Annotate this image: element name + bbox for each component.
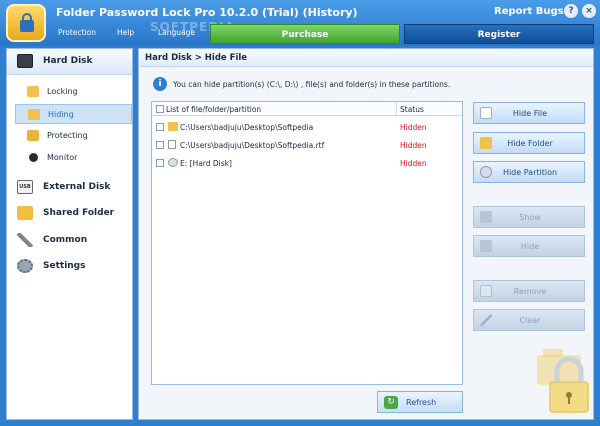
app-logo-icon [6,4,46,42]
hide-button[interactable]: Hide [473,235,585,257]
hidden-items-list[interactable]: List of file/folder/partition Status C:\… [151,101,463,385]
title-bar: Folder Password Lock Pro 10.2.0 (Trial) … [0,0,600,46]
show-button[interactable]: Show [473,206,585,228]
row-status: Hidden [400,123,427,132]
sidebar-category-label: Common [43,235,88,245]
disk-icon [168,158,178,167]
report-bugs-link[interactable]: Report Bugs [494,6,564,17]
show-label: Show [519,213,541,222]
sidebar-category-hard-disk[interactable]: Hard Disk [7,49,132,75]
sidebar-category-label: Hard Disk [43,56,93,66]
shield-folder-icon [27,130,39,141]
column-header-file[interactable]: List of file/folder/partition [166,105,261,114]
hide-partition-label: Hide Partition [502,168,558,177]
clear-label: Clear [519,316,541,325]
sidebar-category-external-disk[interactable]: USB External Disk [7,175,132,201]
usb-drive-icon: USB [17,180,33,194]
padlock-decoration-icon [537,349,589,413]
info-icon: i [153,77,167,91]
hide-folder-button[interactable]: Hide Folder [473,132,585,154]
menu-language[interactable]: Language [158,28,195,37]
sidebar-category-label: Settings [43,261,86,271]
row-status: Hidden [400,159,427,168]
purchase-button[interactable]: Purchase [210,24,400,44]
lock-folder-icon [27,86,39,97]
main-panel: Hard Disk > Hide File i You can hide par… [138,48,594,420]
sidebar-item-monitor[interactable]: Monitor [15,148,132,168]
table-row[interactable]: E: [Hard Disk] Hidden [152,154,462,172]
sidebar-item-protecting[interactable]: Protecting [15,126,132,146]
file-icon [168,140,176,149]
close-icon[interactable]: × [582,4,596,18]
sidebar-item-label: Monitor [47,153,78,162]
remove-button[interactable]: Remove [473,280,585,302]
sidebar-item-label: Protecting [47,131,88,140]
sidebar-item-label: Locking [47,87,78,96]
clear-button[interactable]: Clear [473,309,585,331]
row-checkbox[interactable] [156,159,164,167]
row-status: Hidden [400,141,427,150]
hide-file-button[interactable]: Hide File [473,102,585,124]
sidebar: Hard Disk Locking Hiding Protecting Moni… [6,48,133,420]
column-header-status[interactable]: Status [400,105,424,114]
register-button[interactable]: Register [404,24,594,44]
menu-help[interactable]: Help [117,28,134,37]
hard-disk-icon [17,54,33,68]
sidebar-item-hiding[interactable]: Hiding [15,104,132,124]
refresh-button[interactable]: ↻ Refresh [377,391,463,413]
gear-icon [17,259,33,273]
refresh-icon: ↻ [384,396,398,409]
row-path: E: [Hard Disk] [180,159,232,168]
menu-protection[interactable]: Protection [58,28,96,37]
shared-folder-icon [17,206,33,220]
hide-folder-icon [28,109,40,120]
window-title: Folder Password Lock Pro 10.2.0 (Trial) … [56,6,358,19]
tools-icon [17,233,33,247]
sidebar-category-shared-folder[interactable]: Shared Folder [7,201,132,227]
row-path: C:\Users\badjuju\Desktop\Softpedia [180,123,314,132]
row-checkbox[interactable] [156,123,164,131]
sidebar-category-label: Shared Folder [43,208,115,218]
sidebar-category-common[interactable]: Common [7,228,132,254]
remove-label: Remove [513,287,547,296]
info-text: You can hide partition(s) (C:\, D:\) , f… [173,80,451,89]
monitor-icon [29,153,38,162]
folder-icon [168,122,178,131]
hide-folder-label: Hide Folder [507,139,553,148]
row-path: C:\Users\badjuju\Desktop\Softpedia.rtf [180,141,325,150]
sidebar-item-label: Hiding [48,110,74,119]
help-icon[interactable]: ? [564,4,578,18]
hide-file-label: Hide File [512,109,548,118]
row-checkbox[interactable] [156,141,164,149]
sidebar-item-locking[interactable]: Locking [15,82,132,102]
hide-partition-button[interactable]: Hide Partition [473,161,585,183]
table-row[interactable]: C:\Users\badjuju\Desktop\Softpedia.rtf H… [152,136,462,154]
table-row[interactable]: C:\Users\badjuju\Desktop\Softpedia Hidde… [152,118,462,136]
hide-label: Hide [520,242,540,251]
breadcrumb: Hard Disk > Hide File [139,49,593,67]
list-header: List of file/folder/partition Status [152,102,462,116]
refresh-label: Refresh [406,398,437,407]
select-all-checkbox[interactable] [156,105,164,113]
sidebar-category-label: External Disk [43,182,111,192]
sidebar-category-settings[interactable]: Settings [7,254,132,280]
